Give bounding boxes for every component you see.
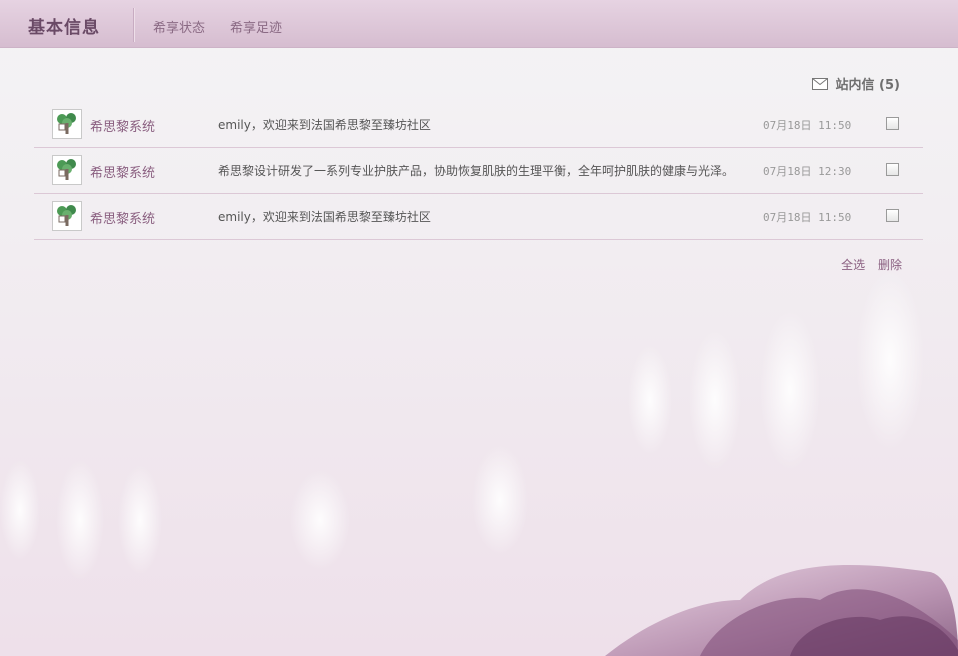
- message-checkbox[interactable]: [886, 163, 899, 176]
- avatar[interactable]: [52, 155, 82, 185]
- message-content[interactable]: 希思黎设计研发了一系列专业护肤产品，协助恢复肌肤的生理平衡，全年呵护肌肤的健康与…: [218, 162, 734, 179]
- envelope-icon: [811, 77, 828, 90]
- tree-logo-icon: [53, 156, 81, 184]
- message-time: 07月18日 11:50: [763, 119, 852, 132]
- avatar[interactable]: [52, 109, 82, 139]
- bulk-actions: 全选 删除: [832, 256, 902, 273]
- message-sender[interactable]: 希思黎系统: [90, 208, 155, 227]
- tab-footprint[interactable]: 希享足迹: [230, 17, 282, 36]
- message-checkbox[interactable]: [886, 117, 899, 130]
- message-time: 07月18日 12:30: [763, 165, 852, 178]
- select-all-button[interactable]: 全选: [841, 258, 865, 272]
- avatar[interactable]: [52, 201, 82, 231]
- message-time: 07月18日 11:50: [763, 211, 852, 224]
- tree-logo-icon: [53, 202, 81, 230]
- page-title: 基本信息: [28, 18, 100, 38]
- message-row[interactable]: 希思黎系统 希思黎设计研发了一系列专业护肤产品，协助恢复肌肤的生理平衡，全年呵护…: [34, 148, 923, 194]
- message-row[interactable]: 希思黎系统 emily，欢迎来到法国希思黎至臻坊社区 07月18日 11:50: [34, 194, 923, 240]
- inbox-link[interactable]: 站内信 (5): [811, 74, 900, 93]
- message-sender[interactable]: 希思黎系统: [90, 116, 155, 135]
- message-content[interactable]: emily，欢迎来到法国希思黎至臻坊社区: [218, 208, 431, 225]
- delete-button[interactable]: 删除: [878, 258, 902, 272]
- top-nav-bar: 基本信息 希享状态 希享足迹: [0, 0, 958, 48]
- message-row[interactable]: 希思黎系统 emily，欢迎来到法国希思黎至臻坊社区 07月18日 11:50: [34, 102, 923, 148]
- tree-logo-icon: [53, 110, 81, 138]
- message-list: 希思黎系统 emily，欢迎来到法国希思黎至臻坊社区 07月18日 11:50 …: [34, 102, 923, 240]
- message-sender[interactable]: 希思黎系统: [90, 162, 155, 181]
- message-panel: 站内信 (5) 希思黎系统 emily，欢迎来到法国希思黎至臻坊社区 07月18…: [0, 48, 958, 656]
- tab-status[interactable]: 希享状态: [153, 17, 205, 36]
- inbox-label: 站内信 (5): [835, 78, 900, 93]
- message-checkbox[interactable]: [886, 209, 899, 222]
- message-content[interactable]: emily，欢迎来到法国希思黎至臻坊社区: [218, 116, 431, 133]
- nav-divider: [133, 8, 135, 42]
